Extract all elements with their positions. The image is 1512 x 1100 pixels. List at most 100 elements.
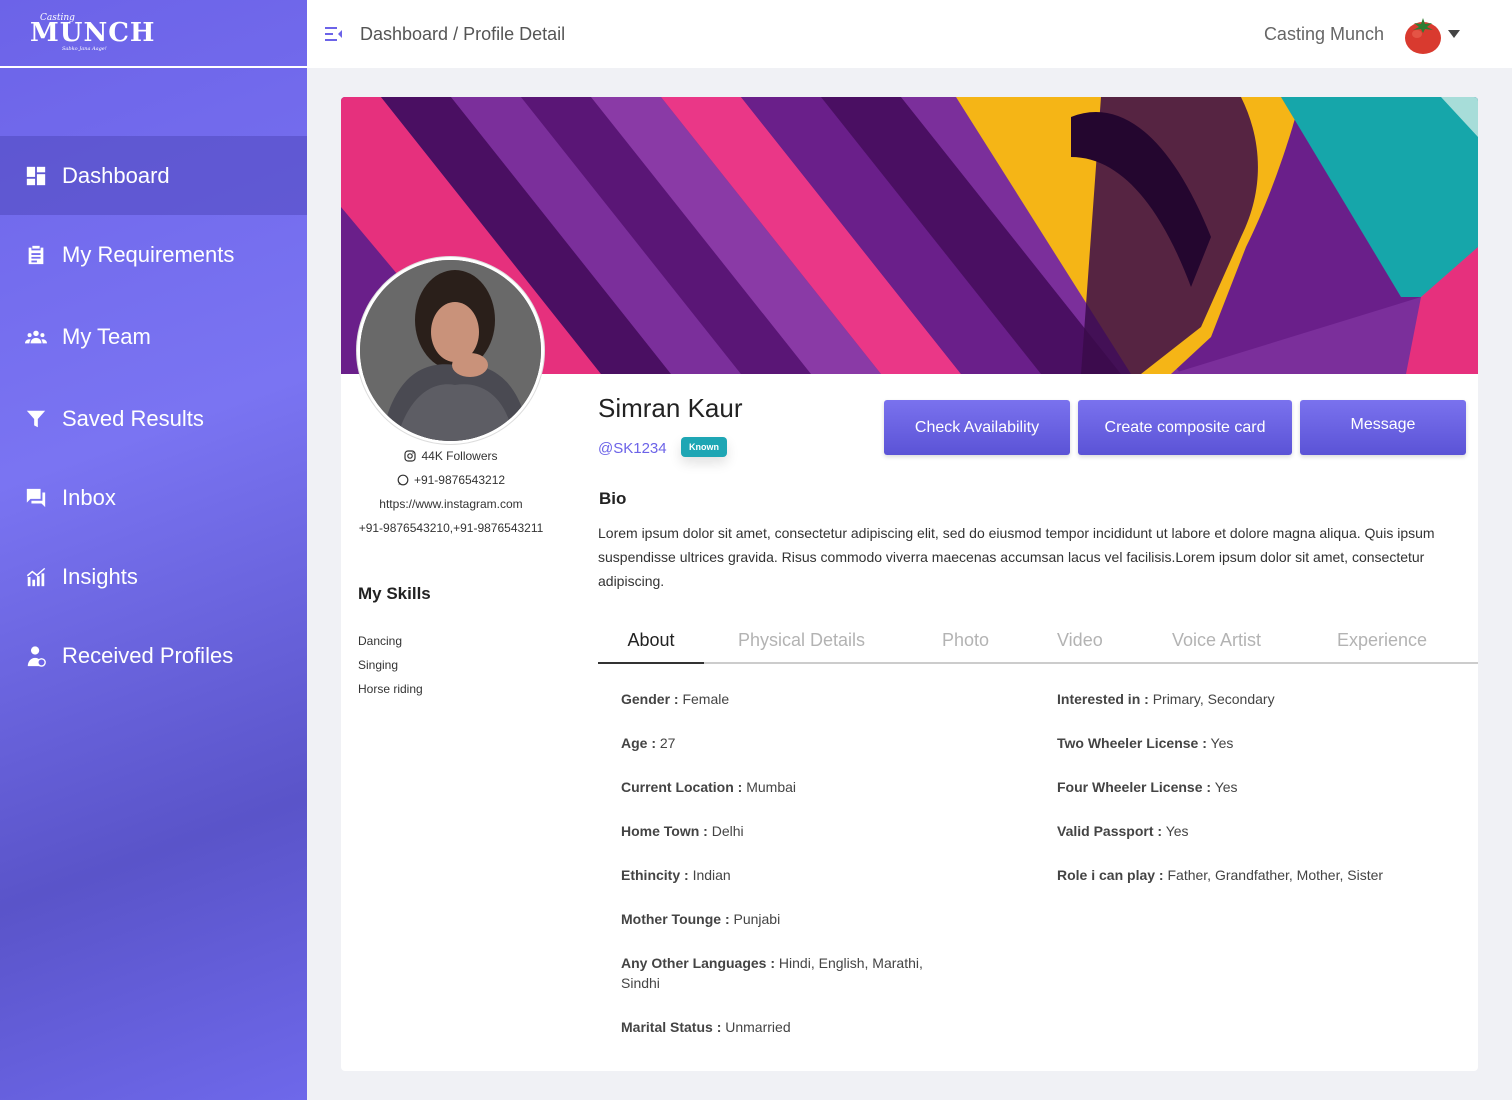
filter-icon [24, 407, 48, 431]
detail-label: Valid Passport : [1057, 823, 1163, 839]
detail-label: Gender : [621, 691, 679, 707]
logo-tagline: Sabko Jana Aage! [62, 46, 107, 52]
detail-value: Punjabi [733, 911, 781, 927]
sidebar-item-dashboard[interactable]: Dashboard [0, 136, 307, 215]
detail-value: Primary, Secondary [1152, 691, 1275, 707]
profile-photo[interactable] [357, 257, 544, 444]
detail-interested-in: Interested in : Primary, Secondary [1057, 691, 1275, 707]
detail-label: Mother Tounge : [621, 911, 730, 927]
detail-home-town: Home Town : Delhi [621, 823, 744, 839]
detail-marital-status: Marital Status : Unmarried [621, 1019, 791, 1035]
user-name: Casting Munch [1263, 23, 1384, 44]
sidebar-item-inbox[interactable]: Inbox [0, 458, 307, 537]
message-button[interactable]: Message [1300, 400, 1466, 455]
bio-title: Bio [599, 489, 627, 508]
detail-label: Ethincity : [621, 867, 689, 883]
tab-video[interactable]: Video [1057, 621, 1103, 664]
sidebar-item-label: Received Profiles [62, 642, 234, 668]
detail-mother-tongue: Mother Tounge : Punjabi [621, 911, 780, 927]
tab-voice-artist[interactable]: Voice Artist [1172, 621, 1261, 664]
detail-label: Marital Status : [621, 1019, 722, 1035]
dashboard-icon [24, 164, 48, 188]
sidebar-item-received-profiles[interactable]: Received Profiles [0, 616, 307, 695]
whatsapp-icon [397, 474, 409, 486]
skill-item: Dancing [358, 634, 403, 648]
detail-value: Yes [1165, 823, 1189, 839]
detail-other-languages: Any Other Languages : Hindi, English, Ma… [621, 953, 951, 993]
skills-title: My Skills [358, 584, 431, 603]
detail-label: Interested in : [1057, 691, 1149, 707]
sidebar-item-label: My Requirements [62, 241, 235, 267]
detail-value: Indian [692, 867, 731, 883]
contact-info: 44K Followers +91-9876543212 https://www… [341, 444, 561, 540]
detail-value: 27 [659, 735, 676, 751]
skills-list: Dancing Singing Horse riding [358, 629, 423, 701]
sidebar-item-label: Inbox [62, 484, 116, 510]
detail-value: Unmarried [725, 1019, 791, 1035]
tab-photo[interactable]: Photo [942, 621, 989, 664]
sidebar-item-label: Insights [62, 563, 138, 589]
profile-tabs: About Physical Details Photo Video Voice… [598, 621, 1478, 664]
sidebar-item-my-team[interactable]: My Team [0, 294, 307, 379]
breadcrumb-separator: / [453, 23, 459, 44]
tab-experience[interactable]: Experience [1337, 621, 1427, 664]
chevron-down-icon[interactable] [1448, 30, 1460, 38]
sidebar-item-insights[interactable]: Insights [0, 537, 307, 616]
detail-age: Age : 27 [621, 735, 675, 751]
detail-label: Four Wheeler License : [1057, 779, 1212, 795]
website-link[interactable]: https://www.instagram.com [341, 492, 561, 516]
detail-valid-passport: Valid Passport : Yes [1057, 823, 1189, 839]
whatsapp-number: +91-9876543212 [413, 473, 506, 487]
followers-count: 44K Followers [421, 449, 498, 463]
detail-label: Role i can play : [1057, 867, 1164, 883]
avatar[interactable] [1404, 14, 1442, 54]
detail-ethnicity: Ethincity : Indian [621, 867, 731, 883]
profile-card: 44K Followers +91-9876543212 https://www… [341, 97, 1478, 1071]
detail-four-wheeler: Four Wheeler License : Yes [1057, 779, 1238, 795]
insights-icon [24, 565, 48, 589]
whatsapp-row[interactable]: +91-9876543212 [341, 468, 561, 492]
breadcrumb-root[interactable]: Dashboard [360, 24, 448, 44]
logo-area: Casting MUNCH Sabko Jana Aage! [0, 0, 307, 68]
menu-toggle-icon[interactable] [325, 25, 343, 43]
create-composite-card-button[interactable]: Create composite card [1078, 400, 1292, 455]
detail-current-location: Current Location : Mumbai [621, 779, 796, 795]
phone-numbers: +91-9876543210,+91-9876543211 [358, 521, 544, 535]
breadcrumb: Dashboard / Profile Detail [360, 24, 565, 45]
detail-value: Yes [1210, 735, 1234, 751]
detail-two-wheeler: Two Wheeler License : Yes [1057, 735, 1233, 751]
tab-physical-details[interactable]: Physical Details [738, 621, 865, 664]
check-availability-button[interactable]: Check Availability [884, 400, 1070, 455]
detail-roles: Role i can play : Father, Grandfather, M… [1057, 867, 1383, 883]
sidebar-item-label: Dashboard [62, 162, 170, 188]
clipboard-icon [24, 243, 48, 267]
profile-user-icon [24, 644, 48, 668]
detail-value: Delhi [711, 823, 744, 839]
skill-item: Singing [358, 658, 399, 672]
app-logo[interactable]: Casting MUNCH Sabko Jana Aage! [30, 14, 155, 52]
detail-value: Mumbai [746, 779, 797, 795]
breadcrumb-current: Profile Detail [463, 23, 566, 44]
profile-handle[interactable]: @SK1234 [598, 440, 667, 457]
sidebar-item-label: Saved Results [62, 405, 204, 431]
user-menu: Casting Munch [1264, 0, 1460, 68]
team-icon [24, 325, 48, 349]
inbox-icon [24, 486, 48, 510]
detail-label: Two Wheeler License : [1057, 735, 1207, 751]
detail-value: Yes [1214, 779, 1238, 795]
sidebar-item-saved-results[interactable]: Saved Results [0, 379, 307, 458]
followers-row[interactable]: 44K Followers [341, 444, 561, 468]
sidebar-nav: Dashboard My Requirements My Team Saved … [0, 136, 307, 695]
profile-name: Simran Kaur [598, 393, 743, 423]
instagram-icon [404, 450, 417, 462]
sidebar: Casting MUNCH Sabko Jana Aage! Dashboard… [0, 0, 307, 1100]
detail-label: Any Other Languages : [621, 955, 776, 971]
detail-label: Age : [621, 735, 656, 751]
tab-about[interactable]: About [598, 621, 704, 664]
sidebar-item-my-requirements[interactable]: My Requirements [0, 215, 307, 294]
top-header: Dashboard / Profile Detail Casting Munch [307, 0, 1512, 68]
logo-pre: Casting [40, 13, 75, 23]
bio-text: Lorem ipsum dolor sit amet, consectetur … [598, 525, 1435, 589]
detail-value: Father, Grandfather, Mother, Sister [1167, 867, 1384, 883]
sidebar-item-label: My Team [62, 323, 151, 349]
